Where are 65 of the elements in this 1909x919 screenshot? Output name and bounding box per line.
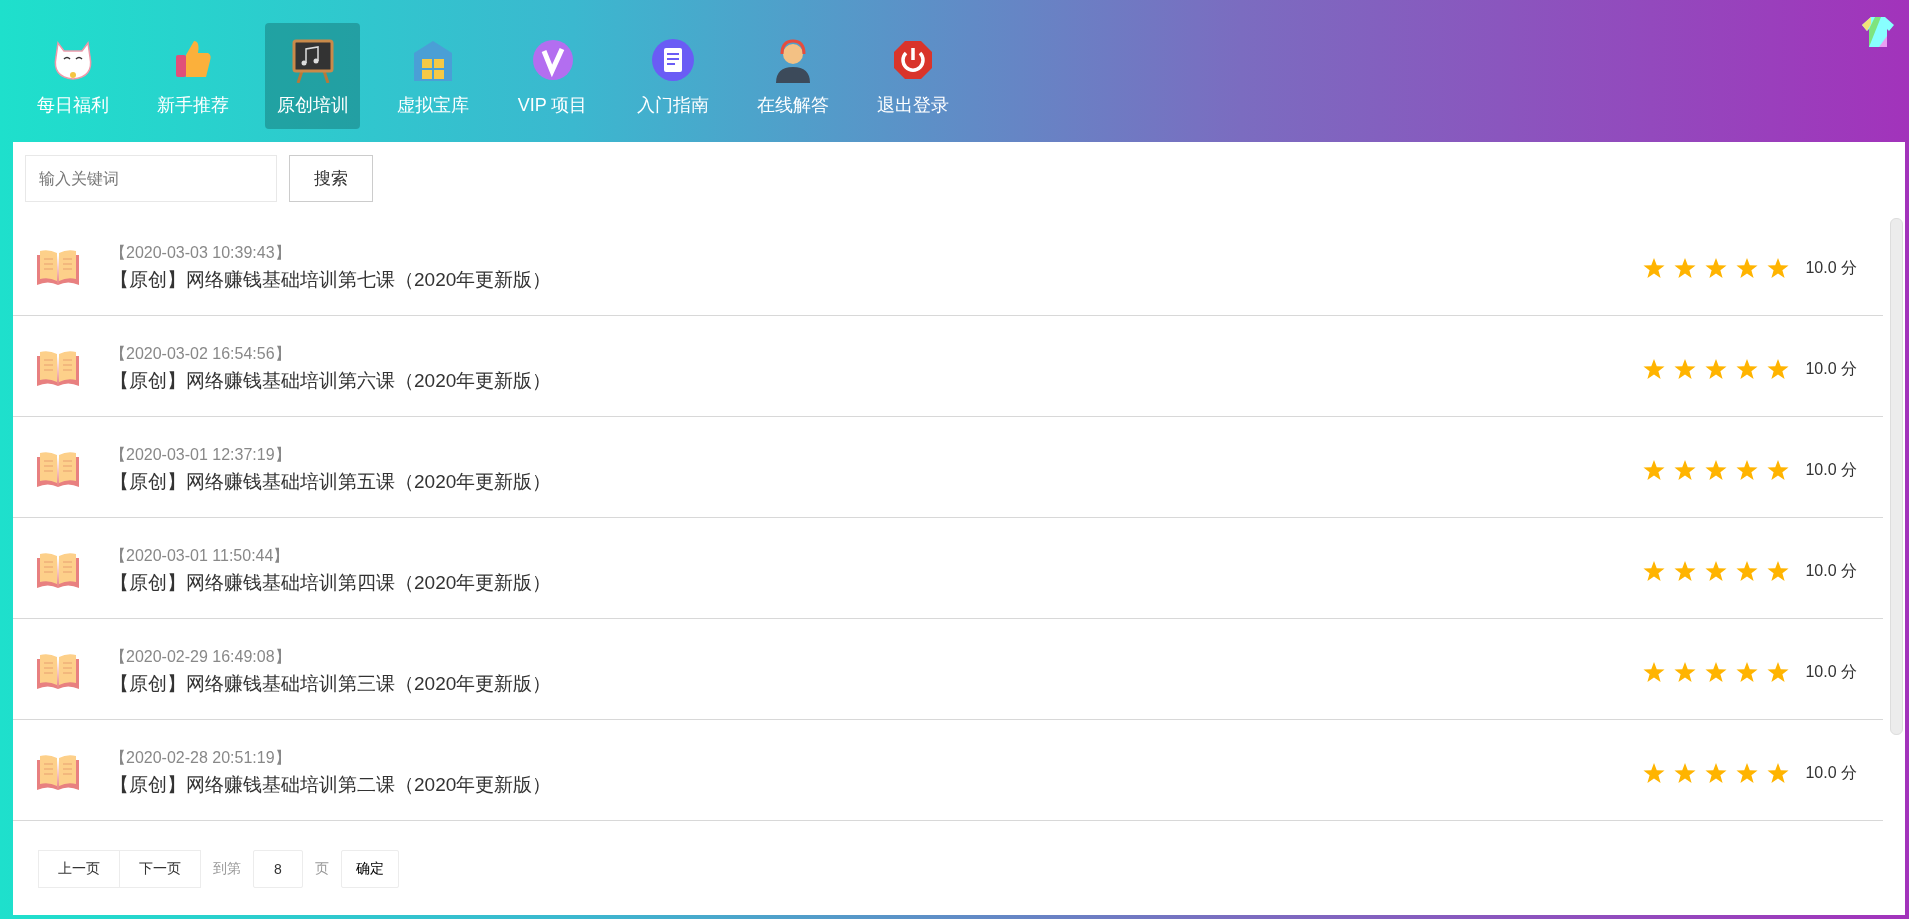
score-text: 10.0 分	[1805, 560, 1857, 581]
star-icon	[1736, 459, 1759, 481]
star-icon	[1643, 257, 1666, 279]
star-icon	[1674, 560, 1697, 582]
star-icon	[1674, 459, 1697, 481]
star-icon	[1736, 762, 1759, 784]
book-icon	[36, 754, 80, 792]
star-icon	[1674, 762, 1697, 784]
star-icon	[1736, 358, 1759, 380]
star-icon	[1705, 257, 1728, 279]
star-icon	[1767, 358, 1790, 380]
course-title-link[interactable]: 【原创】网络赚钱基础培训第二课（2020年更新版）	[110, 772, 1644, 798]
book-icon	[36, 653, 80, 691]
star-icon	[1736, 257, 1759, 279]
post-date: 【2020-03-01 12:37:19】	[110, 445, 292, 465]
star-icon	[1767, 459, 1790, 481]
course-title-link[interactable]: 【原创】网络赚钱基础培训第五课（2020年更新版）	[110, 469, 1644, 495]
star-icon	[1643, 661, 1666, 683]
page-unit-label: 页	[315, 860, 329, 878]
scrollbar-thumb[interactable]	[1890, 218, 1903, 735]
tshirt-icon[interactable]	[1861, 16, 1895, 48]
star-icon	[1736, 661, 1759, 683]
star-icon	[1705, 358, 1728, 380]
star-icon	[1674, 661, 1697, 683]
star-icon	[1674, 257, 1697, 279]
search-button[interactable]: 搜索	[289, 155, 373, 202]
star-icon	[1643, 358, 1666, 380]
post-date: 【2020-03-02 16:54:56】	[110, 344, 292, 364]
search-field[interactable]: 输入关键词	[25, 155, 277, 202]
star-icon	[1643, 459, 1666, 481]
confirm-button[interactable]: 确定	[341, 850, 399, 888]
star-icon	[1705, 459, 1728, 481]
score-text: 10.0 分	[1805, 762, 1857, 783]
course-title-link[interactable]: 【原创】网络赚钱基础培训第六课（2020年更新版）	[110, 368, 1644, 394]
book-icon	[36, 552, 80, 590]
book-icon	[36, 451, 80, 489]
post-date: 【2020-02-29 16:49:08】	[110, 647, 292, 667]
score-text: 10.0 分	[1805, 358, 1857, 379]
star-icon	[1643, 560, 1666, 582]
score-text: 10.0 分	[1805, 257, 1857, 278]
post-date: 【2020-03-01 11:50:44】	[110, 546, 291, 566]
goto-label: 到第	[213, 860, 241, 878]
star-icon	[1674, 358, 1697, 380]
prev-page-button[interactable]: 上一页	[38, 850, 120, 888]
course-title-link[interactable]: 【原创】网络赚钱基础培训第三课（2020年更新版）	[110, 671, 1644, 697]
star-icon	[1736, 560, 1759, 582]
document-icon	[649, 37, 696, 83]
post-date: 【2020-03-03 10:39:43】	[110, 243, 292, 263]
book-icon	[36, 350, 80, 388]
star-icon	[1705, 560, 1728, 582]
course-title-link[interactable]: 【原创】网络赚钱基础培训第七课（2020年更新版）	[110, 267, 1644, 293]
next-page-button[interactable]: 下一页	[120, 850, 201, 888]
star-icon	[1767, 257, 1790, 279]
star-icon	[1767, 762, 1790, 784]
star-icon	[1705, 762, 1728, 784]
star-icon	[1643, 762, 1666, 784]
star-icon	[1705, 661, 1728, 683]
score-text: 10.0 分	[1805, 459, 1857, 480]
score-text: 10.0 分	[1805, 661, 1857, 682]
star-icon	[1767, 560, 1790, 582]
post-date: 【2020-02-28 20:51:19】	[110, 748, 292, 768]
star-icon	[1767, 661, 1790, 683]
course-title-link[interactable]: 【原创】网络赚钱基础培训第四课（2020年更新版）	[110, 570, 1644, 596]
book-icon	[36, 249, 80, 287]
page-number-field[interactable]: 8	[253, 850, 303, 888]
